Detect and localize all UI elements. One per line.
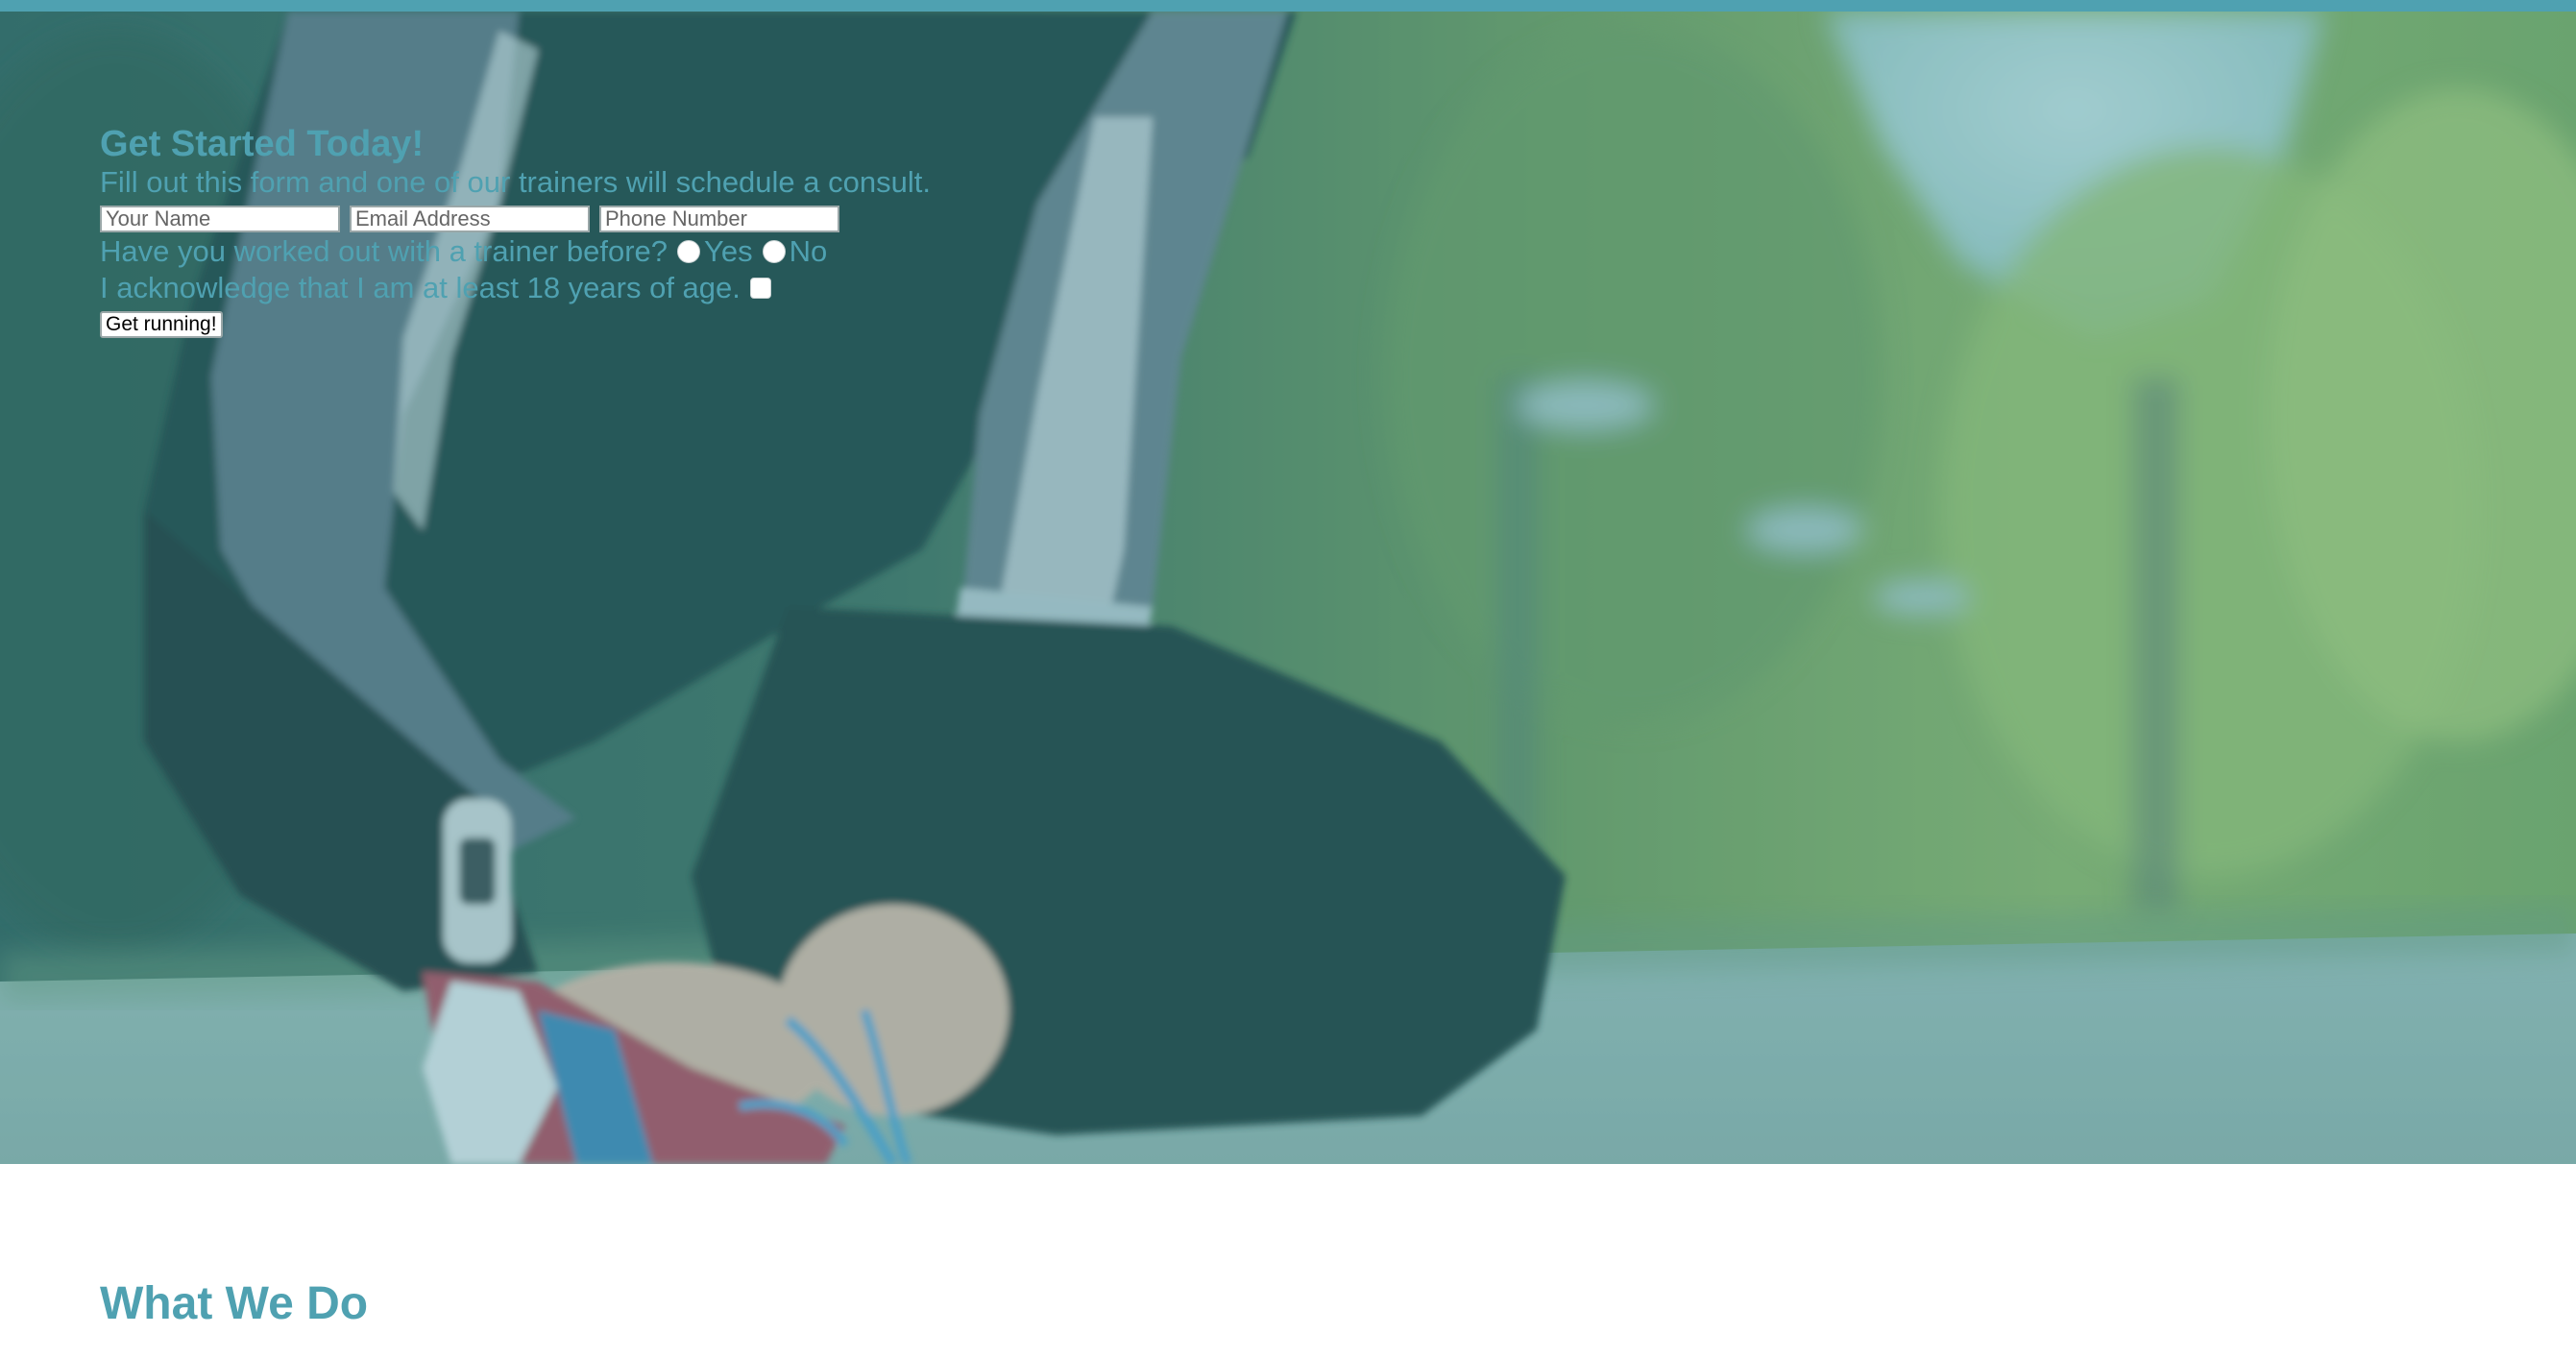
top-accent-bar (0, 0, 2576, 12)
hero-section: Get Started Today! Fill out this form an… (0, 12, 2576, 1164)
form-title: Get Started Today! (100, 124, 425, 164)
name-input[interactable] (100, 206, 340, 232)
yes-radio[interactable] (677, 240, 701, 263)
submit-button[interactable]: Get running! (100, 311, 223, 338)
trainer-question-label: Have you worked out with a trainer befor… (100, 234, 668, 268)
no-radio[interactable] (762, 240, 786, 263)
yes-label: Yes (704, 234, 753, 268)
age-ack-label: I acknowledge that I am at least 18 year… (100, 271, 741, 304)
section-title: What We Do (100, 1278, 369, 1329)
contact-inputs (100, 206, 931, 232)
age-ack-row: I acknowledge that I am at least 18 year… (100, 271, 931, 305)
consult-form: Get Started Today! Fill out this form an… (100, 123, 931, 338)
no-label: No (789, 234, 828, 268)
age-ack-checkbox[interactable] (749, 278, 771, 299)
email-input[interactable] (350, 206, 590, 232)
form-subtitle: Fill out this form and one of our traine… (100, 165, 931, 199)
trainer-question-row: Have you worked out with a trainer befor… (100, 234, 931, 269)
phone-input[interactable] (599, 206, 839, 232)
